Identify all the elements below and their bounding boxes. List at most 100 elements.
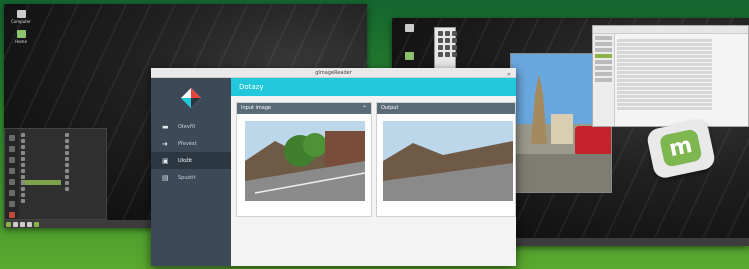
save-icon: ▣ [162, 156, 169, 165]
software-icon[interactable] [9, 146, 15, 152]
list-item[interactable] [21, 198, 61, 203]
tool-icon[interactable] [445, 52, 450, 57]
list-item[interactable] [64, 150, 105, 155]
table-row[interactable] [617, 99, 712, 102]
window-title: gImageReader [315, 70, 352, 76]
table-row[interactable] [617, 103, 712, 106]
table-row[interactable] [617, 71, 712, 74]
list-item[interactable] [21, 168, 61, 173]
menu-button[interactable] [6, 221, 11, 227]
list-item[interactable] [21, 156, 61, 161]
table-row[interactable] [617, 51, 712, 54]
table-row[interactable] [617, 59, 712, 62]
table-row[interactable] [617, 63, 712, 66]
table-row[interactable] [617, 47, 712, 50]
sidebar-item-label: Spustit [178, 174, 196, 181]
sidebar: ▬ Otevřít ➜ Převést ▣ Uložit ▤ Spustit [151, 78, 231, 266]
input-image-panel: Input image ⌃ [236, 102, 372, 217]
files-launcher-icon[interactable] [34, 221, 39, 227]
terminal-icon[interactable] [9, 168, 15, 174]
files-icon[interactable] [9, 179, 15, 185]
tool-icon[interactable] [452, 45, 457, 50]
table-row[interactable] [617, 79, 712, 82]
list-item[interactable] [21, 192, 61, 197]
sidebar-item-label: Otevřít [178, 123, 196, 130]
panel-title: Output [381, 105, 399, 111]
list-item[interactable] [64, 138, 105, 143]
sidebar-item-save[interactable]: ▣ Uložit [151, 152, 231, 169]
file-manager-window [592, 25, 749, 127]
sidebar-item[interactable] [595, 78, 612, 82]
list-item[interactable] [21, 186, 61, 191]
sidebar-item-run[interactable]: ▤ Spustit [151, 169, 231, 186]
tool-icon[interactable] [438, 45, 443, 50]
sidebar-item[interactable] [595, 36, 612, 40]
sidebar-item[interactable] [595, 42, 612, 46]
computer-icon[interactable]: Computer [6, 10, 36, 24]
list-item[interactable] [64, 144, 105, 149]
list-item[interactable] [64, 162, 105, 167]
list-item[interactable] [21, 144, 61, 149]
table-row[interactable] [617, 87, 712, 90]
table-row[interactable] [617, 95, 712, 98]
sidebar-item-open[interactable]: ▬ Otevřít [151, 118, 231, 135]
list-item[interactable] [21, 138, 61, 143]
logout-icon[interactable] [9, 201, 15, 207]
tool-icon[interactable] [445, 45, 450, 50]
chevron-up-icon[interactable]: ⌃ [362, 103, 367, 114]
sidebar-item-convert[interactable]: ➜ Převést [151, 135, 231, 152]
browser-icon[interactable] [9, 135, 15, 141]
tool-icon[interactable] [438, 52, 443, 57]
gimagereader-window: gImageReader ✕ ▬ Otevřít ➜ Převést ▣ Ulo… [151, 68, 516, 266]
list-item[interactable] [21, 162, 61, 167]
start-menu [4, 128, 107, 220]
terminal-launcher-icon[interactable] [27, 221, 32, 227]
tool-icon[interactable] [445, 38, 450, 43]
file-manager-sidebar [593, 34, 615, 126]
list-item[interactable] [64, 156, 105, 161]
menu-apps [63, 129, 107, 219]
sidebar-item[interactable] [595, 66, 612, 70]
table-row[interactable] [617, 55, 712, 58]
list-item-selected[interactable] [21, 180, 61, 185]
tool-icon[interactable] [438, 38, 443, 43]
home-folder-icon[interactable]: Home [6, 30, 36, 44]
browser-launcher-icon[interactable] [20, 221, 25, 227]
sidebar-item[interactable] [595, 48, 612, 52]
lock-icon[interactable] [9, 190, 15, 196]
tool-icon[interactable] [452, 31, 457, 36]
table-row[interactable] [617, 43, 712, 46]
tool-icon[interactable] [452, 52, 457, 57]
table-row[interactable] [617, 83, 712, 86]
list-item[interactable] [21, 174, 61, 179]
list-item[interactable] [64, 186, 105, 191]
table-row[interactable] [617, 75, 712, 78]
table-row[interactable] [617, 107, 712, 110]
list-item[interactable] [64, 132, 105, 137]
home-folder-icon[interactable] [394, 52, 424, 61]
sidebar-item-label: Převést [178, 140, 197, 147]
tool-icon[interactable] [438, 31, 443, 36]
table-row[interactable] [617, 67, 712, 70]
sidebar-item-selected[interactable] [595, 54, 612, 58]
folder-icon: ▬ [162, 122, 169, 131]
table-row[interactable] [617, 39, 712, 42]
list-item[interactable] [21, 150, 61, 155]
tool-icon[interactable] [452, 38, 457, 43]
table-row[interactable] [617, 91, 712, 94]
sidebar-item[interactable] [595, 72, 612, 76]
list-item[interactable] [21, 132, 61, 137]
app-logo [151, 78, 231, 118]
list-item[interactable] [64, 174, 105, 179]
settings-icon[interactable] [9, 157, 15, 163]
output-panel: Output [376, 102, 516, 217]
list-item[interactable] [64, 180, 105, 185]
tool-icon[interactable] [445, 31, 450, 36]
page-title: Dotazy [231, 78, 516, 96]
sidebar-item[interactable] [595, 60, 612, 64]
show-desktop-icon[interactable] [13, 221, 18, 227]
computer-icon[interactable] [394, 24, 424, 33]
panel-header: Output [377, 103, 515, 114]
list-item[interactable] [64, 168, 105, 173]
power-icon[interactable] [9, 212, 15, 218]
